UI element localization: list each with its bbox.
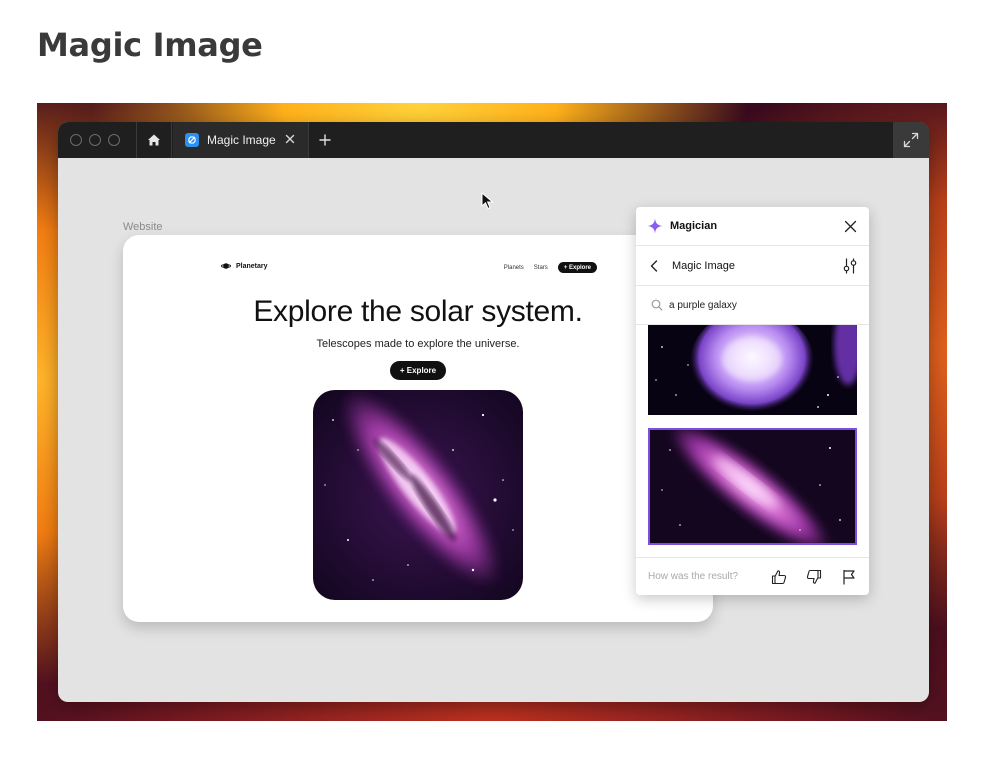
close-icon[interactable] — [844, 220, 857, 233]
window-zoom-dot[interactable] — [108, 134, 120, 146]
sparkle-icon — [647, 218, 663, 234]
page-title: Magic Image — [37, 26, 263, 64]
site-brand[interactable]: Planetary — [221, 262, 268, 270]
magician-header: Magician — [636, 207, 869, 246]
nav-link-stars[interactable]: Stars — [534, 265, 548, 271]
home-button[interactable] — [136, 122, 172, 158]
thumbs-up-icon[interactable] — [771, 569, 787, 585]
tab-magic-image[interactable]: Magic Image — [173, 122, 309, 158]
website-frame[interactable]: Planetary Planets Stars + Explore Explor… — [123, 235, 713, 622]
mouse-cursor-icon — [481, 192, 494, 210]
window-minimize-dot[interactable] — [89, 134, 101, 146]
new-tab-button[interactable] — [316, 131, 334, 149]
desktop-background: Magic Image Website Planetary Planets St… — [37, 103, 947, 721]
magician-subtitle: Magic Image — [672, 259, 735, 272]
hero-subtitle: Telescopes made to explore the universe. — [316, 338, 520, 350]
hero-galaxy-image[interactable] — [313, 390, 523, 600]
prompt-input[interactable] — [669, 299, 849, 311]
feedback-bar: How was the result? — [636, 557, 869, 595]
chevron-left-icon[interactable] — [650, 259, 658, 272]
tab-label: Magic Image — [207, 133, 276, 147]
browser-window: Magic Image Website Planetary Planets St… — [58, 122, 929, 702]
site-nav: Planets Stars + Explore — [504, 262, 597, 273]
flag-icon[interactable] — [841, 569, 857, 585]
hero-explore-button[interactable]: + Explore — [390, 361, 446, 380]
thumbs-down-icon[interactable] — [806, 569, 822, 585]
result-image[interactable] — [648, 325, 857, 415]
magician-title: Magician — [670, 220, 718, 232]
magician-panel: Magician Magic Image a purple galaxy How… — [636, 207, 869, 595]
title-bar: Magic Image — [58, 122, 929, 158]
hero-title: Explore the solar system. — [253, 295, 583, 328]
close-icon[interactable] — [284, 133, 296, 145]
expand-icon — [903, 132, 919, 148]
window-close-dot[interactable] — [70, 134, 82, 146]
home-icon — [148, 134, 160, 146]
magician-search — [636, 286, 869, 325]
result-image-selected[interactable] — [648, 428, 857, 545]
search-icon — [651, 299, 663, 311]
nav-explore-button[interactable]: + Explore — [557, 262, 597, 273]
expand-button[interactable] — [893, 122, 929, 158]
frame-label: Website — [123, 221, 163, 233]
feedback-prompt: How was the result? — [648, 571, 739, 582]
site-brand-name: Planetary — [236, 262, 268, 270]
planet-logo-icon — [221, 263, 231, 269]
sliders-icon[interactable] — [843, 258, 857, 274]
tab-favicon-icon — [185, 133, 199, 147]
plus-icon — [319, 134, 331, 146]
nav-link-planets[interactable]: Planets — [504, 265, 524, 271]
magician-subheader: Magic Image — [636, 246, 869, 286]
